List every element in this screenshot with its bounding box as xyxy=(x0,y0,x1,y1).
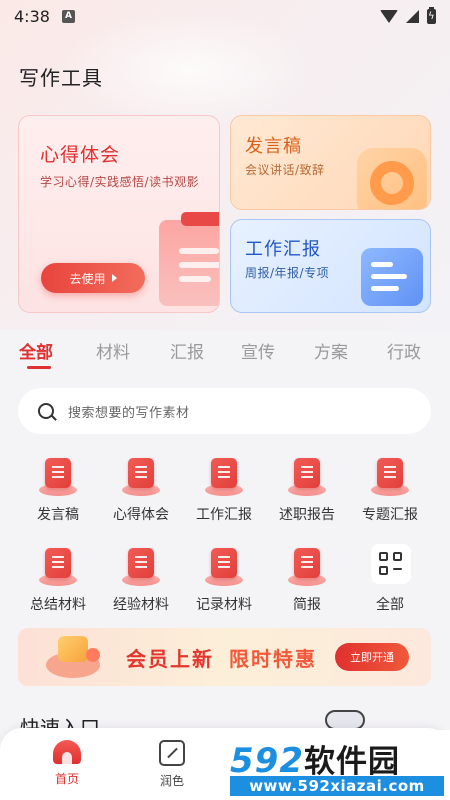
card-huibao-subtitle: 周报/年报/专项 xyxy=(245,266,330,280)
go-use-button[interactable]: 去使用 xyxy=(41,263,145,293)
chart-board-icon xyxy=(371,458,409,496)
status-time: 4:38 xyxy=(14,6,50,26)
tab-materials[interactable]: 材料 xyxy=(96,338,130,363)
mic-icon xyxy=(39,548,77,586)
watermark-logo: 592软件园 xyxy=(230,736,400,781)
tab-all[interactable]: 全部 xyxy=(19,338,53,363)
card-xinde[interactable]: 心得体会 学习心得/实践感悟/读书观影 去使用 xyxy=(18,115,220,313)
nav-home-label: 首页 xyxy=(54,772,79,786)
grid-item-experience-material[interactable]: 经验材料 xyxy=(101,548,181,624)
tab-admin[interactable]: 行政 xyxy=(387,338,421,363)
nav-polish[interactable]: 润色 xyxy=(142,740,202,789)
arrow-right-icon xyxy=(111,274,117,282)
battery-icon xyxy=(427,6,436,24)
gamepad-icon xyxy=(325,710,365,730)
membership-banner[interactable]: 会员上新 限时特惠 立即开通 xyxy=(18,628,431,686)
card-xinde-subtitle: 学习心得/实践感悟/读书观影 xyxy=(40,175,200,189)
card-fayan-title: 发言稿 xyxy=(245,136,302,157)
card-huibao-title: 工作汇报 xyxy=(245,239,321,260)
grid-item-label: 工作汇报 xyxy=(196,507,252,523)
donut-chart-illustration-icon xyxy=(357,148,427,209)
grid-item-label: 经验材料 xyxy=(113,597,169,613)
page-title: 写作工具 xyxy=(19,66,103,90)
wifi-icon xyxy=(380,9,398,23)
grid-item-label: 记录材料 xyxy=(196,597,252,613)
tab-report[interactable]: 汇报 xyxy=(170,338,204,363)
grid-item-label: 心得体会 xyxy=(113,507,169,523)
banner-subtitle: 限时特惠 xyxy=(229,647,317,671)
grid-item-duty-report[interactable]: 述职报告 xyxy=(267,458,347,534)
signal-icon xyxy=(406,9,419,23)
tab-publicity[interactable]: 宣传 xyxy=(241,338,275,363)
category-tabs: 全部 材料 汇报 宣传 方案 行政 xyxy=(0,338,450,374)
banner-title: 会员上新 xyxy=(126,647,214,671)
grid-item-experience[interactable]: 心得体会 xyxy=(101,458,181,534)
open-membership-button[interactable]: 立即开通 xyxy=(335,643,409,671)
nav-polish-label: 润色 xyxy=(159,774,184,788)
brief-icon xyxy=(288,548,326,586)
tab-plan[interactable]: 方案 xyxy=(314,338,348,363)
search-placeholder: 搜索想要的写作素材 xyxy=(68,405,190,421)
watermark-url: www.592xiazai.com xyxy=(230,776,444,796)
nav-home[interactable]: 首页 xyxy=(37,740,97,787)
gift-crown-icon xyxy=(36,632,106,682)
card-xinde-title: 心得体会 xyxy=(40,144,121,166)
doc-list-icon xyxy=(122,548,160,586)
grid-item-summary[interactable]: 总结材料 xyxy=(18,548,98,624)
watermark-cn: 软件园 xyxy=(303,744,400,780)
grid-item-work-report[interactable]: 工作汇报 xyxy=(184,458,264,534)
active-tab-indicator xyxy=(27,366,51,369)
grid-item-label: 总结材料 xyxy=(30,597,86,613)
card-fayan[interactable]: 发言稿 会议讲话/致辞 xyxy=(230,115,431,210)
speech-doc-icon xyxy=(39,458,77,496)
grid-item-topic-report[interactable]: 专题汇报 xyxy=(350,458,430,534)
watermark-digits: 592 xyxy=(230,741,304,781)
report-board-illustration-icon xyxy=(361,248,423,306)
grid-item-record[interactable]: 记录材料 xyxy=(184,548,264,624)
grid-item-label: 全部 xyxy=(376,597,404,613)
notebook-icon xyxy=(122,458,160,496)
grid-item-all[interactable]: 全部 xyxy=(350,544,430,620)
books-icon xyxy=(288,458,326,496)
report-cloud-icon xyxy=(205,458,243,496)
compass-icon xyxy=(159,740,185,766)
grid-item-brief[interactable]: 简报 xyxy=(267,548,347,624)
grid-item-label: 专题汇报 xyxy=(362,507,418,523)
grid-item-speech[interactable]: 发言稿 xyxy=(18,458,98,534)
grid-doc-icon xyxy=(205,548,243,586)
notification-icon: A xyxy=(61,9,75,23)
all-apps-icon xyxy=(371,544,411,584)
status-icons xyxy=(380,6,436,24)
grid-item-label: 简报 xyxy=(293,597,321,613)
card-fayan-subtitle: 会议讲话/致辞 xyxy=(245,163,325,177)
search-input[interactable]: 搜索想要的写作素材 xyxy=(18,388,431,434)
grid-item-label: 述职报告 xyxy=(279,507,335,523)
home-icon xyxy=(53,740,81,764)
grid-item-label: 发言稿 xyxy=(37,507,79,523)
watermark: 592软件园 www.592xiazai.com xyxy=(226,730,450,800)
search-icon xyxy=(38,403,54,419)
card-huibao[interactable]: 工作汇报 周报/年报/专项 xyxy=(230,219,431,313)
clipboard-illustration-icon xyxy=(137,206,219,312)
status-bar: 4:38 A xyxy=(0,0,450,32)
go-use-label: 去使用 xyxy=(69,271,106,286)
